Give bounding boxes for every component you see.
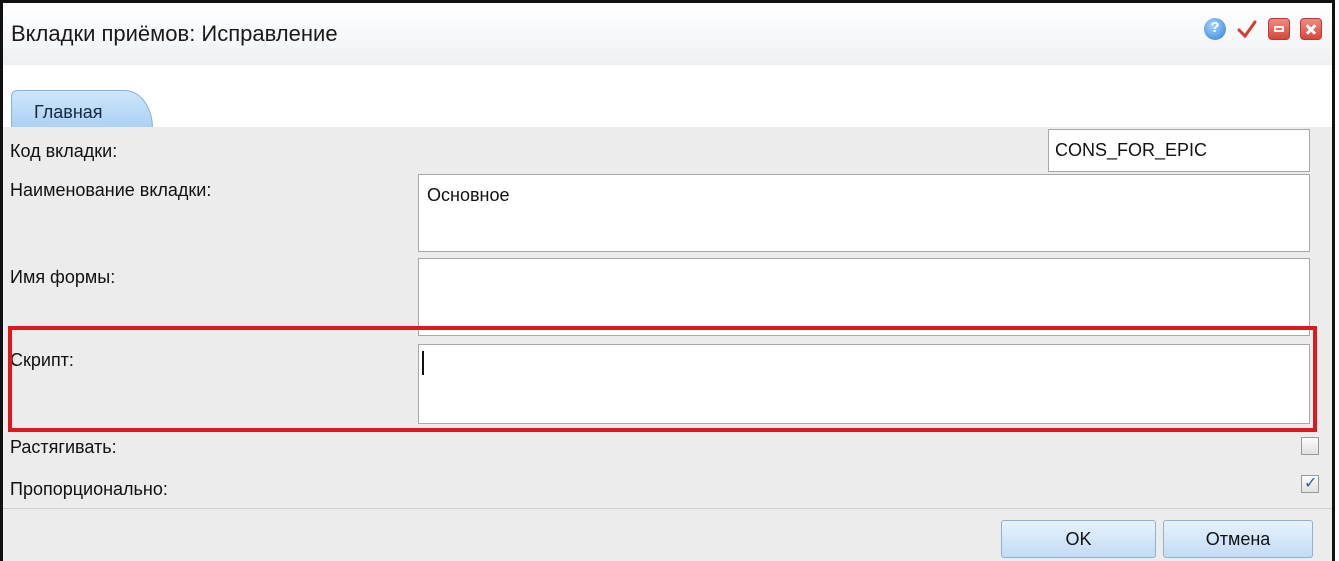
close-icon[interactable] bbox=[1300, 18, 1322, 40]
help-icon[interactable] bbox=[1204, 18, 1226, 40]
ok-button[interactable]: OK bbox=[1001, 520, 1156, 558]
script-label: Скрипт: bbox=[10, 350, 74, 370]
tab-name-field[interactable]: Основное bbox=[418, 174, 1310, 252]
stretch-label: Растягивать: bbox=[10, 437, 117, 457]
tab-main[interactable]: Главная bbox=[11, 90, 153, 128]
minimize-icon[interactable] bbox=[1268, 18, 1290, 40]
footer-divider bbox=[3, 508, 1332, 509]
form-name-label: Имя формы: bbox=[10, 267, 116, 287]
proportional-label: Пропорционально: bbox=[10, 479, 168, 499]
tab-code-field[interactable]: CONS_FOR_EPIC bbox=[1048, 129, 1310, 172]
script-field[interactable] bbox=[418, 344, 1310, 424]
tab-strip: Главная bbox=[3, 65, 1332, 128]
window-title: Вкладки приёмов: Исправление bbox=[11, 21, 338, 46]
cancel-button[interactable]: Отмена bbox=[1163, 520, 1313, 558]
title-bar[interactable]: Вкладки приёмов: Исправление bbox=[3, 3, 1332, 66]
stretch-checkbox[interactable] bbox=[1301, 437, 1319, 455]
tab-code-label: Код вкладки: bbox=[10, 141, 118, 161]
tab-name-label: Наименование вкладки: bbox=[10, 180, 212, 200]
proportional-checkbox[interactable] bbox=[1301, 473, 1319, 493]
form-name-field[interactable] bbox=[418, 258, 1310, 336]
title-bar-controls bbox=[1204, 18, 1322, 40]
text-caret bbox=[422, 351, 424, 375]
check-icon[interactable] bbox=[1236, 18, 1258, 40]
